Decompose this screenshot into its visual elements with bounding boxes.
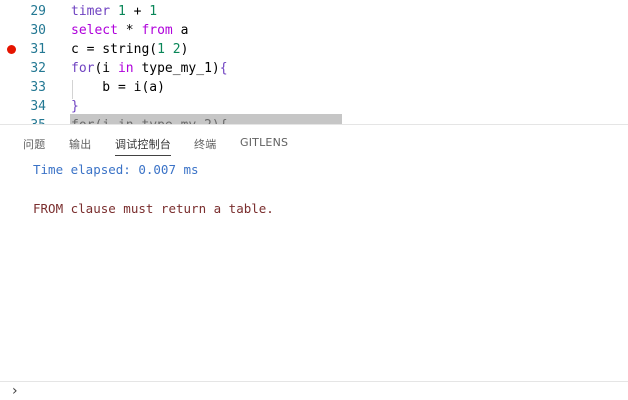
line-number: 31 [30,42,46,57]
code-token: 1 [149,4,158,19]
active-tab-indicator [115,155,171,156]
tab-debug-console[interactable]: 调试控制台 [115,136,171,152]
line-number: 35 [18,116,46,124]
code-text: timer 1 + 1 [71,2,157,21]
code-token: timer [71,4,118,19]
code-text: c = string(1 2) [71,40,188,59]
tab-problems[interactable]: 问题 [23,136,45,152]
code-token: in [117,61,134,76]
code-token: from [141,23,173,38]
breakpoint-icon[interactable] [7,45,16,54]
code-token: + [125,4,150,19]
bottom-panel: 问题 输出 调试控制台 终端 GITLENS Time elapsed: 0.0… [0,124,628,400]
line-number: 33 [30,80,46,95]
code-line[interactable]: 32 for(i in type_my_1){ [0,59,628,78]
code-token: b = i(a) [71,80,165,95]
line-number: 34 [30,99,46,114]
console-info-line: Time elapsed: 0.007 ms [33,162,199,177]
code-line[interactable]: 31 c = string(1 2) [0,40,628,59]
chevron-right-icon: › [12,383,18,399]
code-token: * [117,23,142,38]
code-text: for(i in type_my_1){ [71,59,228,78]
code-token: 2 [172,42,181,57]
code-editor[interactable]: 29 timer 1 + 1 30 select * from a 31 c = stri… [0,0,628,124]
tab-terminal[interactable]: 终端 [194,136,216,152]
code-line[interactable]: 33 b = i(a) [0,78,628,97]
code-token: select [71,23,118,38]
console-error-line: FROM clause must return a table. [33,201,274,216]
code-token: ) [180,42,189,57]
code-line[interactable]: 34} [0,97,628,116]
line-number: 30 [30,23,46,38]
panel-tabs: 问题 输出 调试控制台 终端 GITLENS [0,125,628,159]
debug-console-input[interactable]: › [0,381,628,400]
code-token: a [172,23,189,38]
code-line[interactable]: 35 for(i in type_my_2){ [0,116,628,124]
code-text: b = i(a) [71,78,165,97]
code-token: 1 [117,4,126,19]
tab-gitlens[interactable]: GITLENS [240,136,288,149]
code-text: for(i in type_my_2){ [71,116,228,124]
code-token: type_my_1) [133,61,220,76]
code-token: c = string( [71,42,158,57]
code-token: (i [94,61,118,76]
code-line[interactable]: 29 timer 1 + 1 [0,2,628,21]
code-token: } [71,99,79,114]
code-token: for [71,61,95,76]
code-token: { [219,61,228,76]
code-text: select * from a [71,21,188,40]
code-text: } [71,97,79,116]
tab-output[interactable]: 输出 [69,136,91,152]
code-token: 1 [157,42,165,57]
line-number: 29 [30,4,46,19]
code-line[interactable]: 30 select * from a [0,21,628,40]
line-number: 32 [30,61,46,76]
